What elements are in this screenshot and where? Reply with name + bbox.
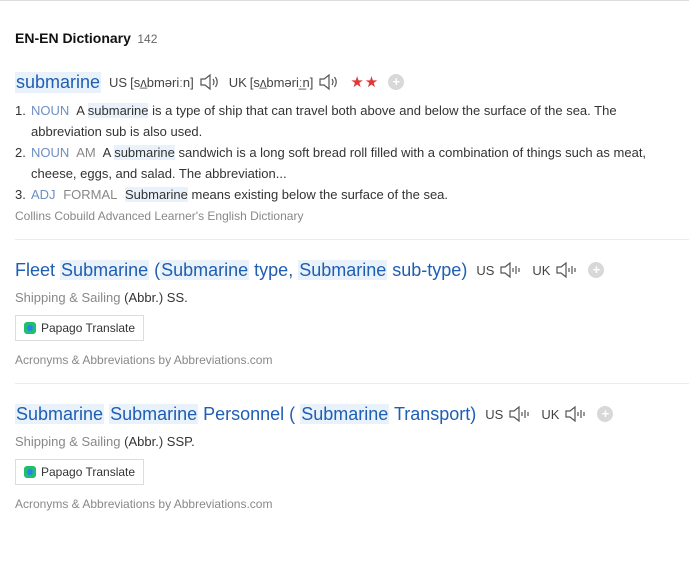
entry-source: Collins Cobuild Advanced Learner's Engli… — [15, 209, 304, 223]
uk-pronunciation: UK [sʌ̲bməriː̲n] — [229, 73, 341, 91]
abbr-header: Fleet Submarine (Submarine type, Submari… — [15, 258, 689, 282]
abbr-text: (Abbr.) SSP. — [124, 434, 195, 449]
abbr-title-highlight: Submarine — [109, 403, 199, 424]
abbr-definition: Shipping & Sailing (Abbr.) SS. — [15, 290, 689, 305]
sense-number: 3. — [15, 187, 26, 202]
papago-translate-button[interactable]: Papago Translate — [15, 315, 145, 341]
entry-header: submarine US [sʌ̲bməriːn] UK [sʌ̲bməriː̲… — [15, 70, 689, 94]
abbr-title-link[interactable]: Fleet Submarine (Submarine type, Submari… — [15, 259, 468, 281]
dictionary-title: EN-EN Dictionary — [15, 30, 131, 46]
abbr-title-highlight: Submarine — [298, 259, 388, 280]
us-pronunciation: US — [476, 261, 523, 279]
abbr-title-highlight: Submarine — [60, 259, 150, 280]
abbr-text: (Abbr.) SS. — [124, 290, 188, 305]
us-pronunciation: US [sʌ̲bməriːn] — [109, 73, 221, 91]
frequency-stars: ★★ — [350, 74, 380, 91]
sense-item: 2. NOUN AM A submarine sandwich is a lon… — [15, 142, 681, 184]
abbr-title-part: Fleet — [15, 259, 56, 280]
abbr-title-part: type, — [254, 259, 294, 280]
part-of-speech: ADJ — [31, 187, 56, 202]
abbr-title-highlight: Submarine — [15, 403, 105, 424]
speaker-icon[interactable] — [508, 405, 532, 423]
abbr-title-highlight: Submarine — [300, 403, 390, 424]
sense-number: 1. — [15, 103, 26, 118]
speaker-icon[interactable] — [555, 261, 579, 279]
us-label: US — [109, 74, 128, 90]
abbr-header: Submarine Submarine Personnel ( Submarin… — [15, 402, 689, 426]
uk-label: UK — [532, 262, 551, 278]
top-border — [0, 0, 689, 1]
sense-highlight: submarine — [87, 103, 149, 118]
sense-highlight: submarine — [114, 145, 175, 160]
papago-logo-icon — [24, 322, 36, 334]
part-of-speech: NOUN — [31, 145, 70, 160]
sense-highlight: Submarine — [124, 187, 188, 202]
us-pronunciation: US — [485, 405, 532, 423]
result-count: 142 — [137, 32, 158, 46]
sense-number: 2. — [15, 145, 26, 160]
abbr-title-part: Personnel ( — [203, 403, 296, 424]
uk-label: UK — [541, 406, 560, 422]
section-divider — [15, 239, 689, 240]
sense-pre: A — [102, 145, 111, 160]
speaker-icon[interactable] — [199, 73, 221, 91]
speaker-icon[interactable] — [318, 73, 340, 91]
sense-list: 1. NOUN A submarine is a type of ship th… — [15, 100, 689, 205]
dictionary-header: EN-EN Dictionary 142 — [15, 30, 689, 48]
papago-translate-button[interactable]: Papago Translate — [15, 459, 145, 485]
abbr-definition: Shipping & Sailing (Abbr.) SSP. — [15, 434, 689, 449]
papago-label: Papago Translate — [41, 321, 136, 335]
headword-link[interactable]: submarine — [15, 71, 102, 93]
abbr-source: Acronyms & Abbreviations by Abbreviation… — [15, 353, 273, 367]
register-label: AM — [76, 145, 96, 160]
uk-ipa: [sʌ̲bməriː̲n] — [249, 74, 314, 90]
uk-pronunciation: UK — [532, 261, 579, 279]
us-ipa: [sʌ̲bməriːn] — [130, 74, 194, 90]
abbr-source: Acronyms & Abbreviations by Abbreviation… — [15, 497, 273, 511]
papago-logo-icon — [24, 466, 36, 478]
add-wordbook-icon[interactable]: + — [588, 262, 605, 278]
us-label: US — [485, 406, 504, 422]
speaker-icon[interactable] — [564, 405, 588, 423]
register-label: FORMAL — [63, 187, 118, 202]
papago-label: Papago Translate — [41, 465, 136, 479]
uk-pronunciation: UK — [541, 405, 588, 423]
add-wordbook-icon[interactable]: + — [597, 406, 614, 422]
sense-pre: A — [76, 103, 85, 118]
section-divider — [15, 383, 689, 384]
domain-label: Shipping & Sailing — [15, 290, 121, 305]
abbr-title-part: Transport) — [393, 403, 477, 424]
add-wordbook-icon[interactable]: + — [388, 74, 405, 90]
domain-label: Shipping & Sailing — [15, 434, 121, 449]
abbr-title-highlight: Submarine — [160, 259, 250, 280]
us-label: US — [476, 262, 495, 278]
abbr-title-part: sub-type) — [392, 259, 468, 280]
uk-label: UK — [228, 74, 247, 90]
part-of-speech: NOUN — [31, 103, 70, 118]
sense-item: 1. NOUN A submarine is a type of ship th… — [15, 100, 681, 142]
sense-text: means existing below the surface of the … — [191, 187, 449, 202]
dictionary-panel: EN-EN Dictionary 142 submarine US [sʌ̲bm… — [15, 30, 689, 511]
sense-item: 3. ADJ FORMAL Submarine means existing b… — [15, 184, 681, 205]
speaker-icon[interactable] — [499, 261, 523, 279]
abbr-title-link[interactable]: Submarine Submarine Personnel ( Submarin… — [15, 403, 477, 425]
